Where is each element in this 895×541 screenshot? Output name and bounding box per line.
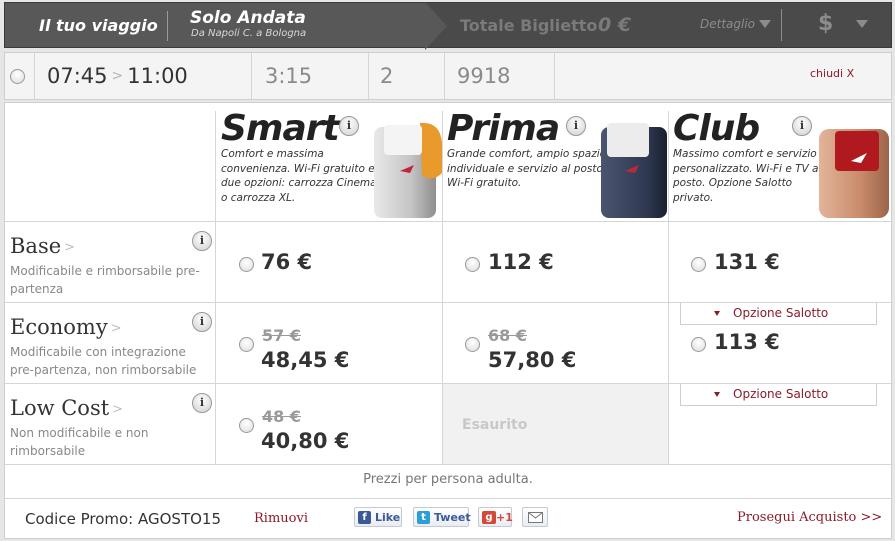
salotto-option-base[interactable]: Opzione Salotto xyxy=(680,303,877,325)
grid-line xyxy=(5,498,891,499)
facebook-icon: f xyxy=(358,511,371,524)
info-icon[interactable]: i xyxy=(339,116,359,136)
trip-label: Il tuo viaggio xyxy=(39,16,158,35)
salotto-option-label: Opzione Salotto xyxy=(733,306,829,320)
fare-name-text: Economy xyxy=(10,315,108,339)
fare-description: Modificabile con integrazione pre-parten… xyxy=(10,345,197,377)
detail-toggle[interactable]: Dettaglio xyxy=(700,17,755,31)
train-row: 07:45 >11:00 3:15 2 9918 chiudi X xyxy=(4,52,892,100)
fare-name: Base > xyxy=(10,234,75,258)
sold-out-label: Esaurito xyxy=(462,417,528,433)
price-radio-base-club[interactable] xyxy=(691,257,706,272)
twitter-icon: t xyxy=(417,511,430,524)
seat-prima-image xyxy=(601,123,667,218)
total-label: Totale Biglietto xyxy=(460,16,598,35)
google-plus-label: +1 xyxy=(496,511,513,524)
grid-line xyxy=(5,221,891,222)
price-radio-lowcost-smart[interactable] xyxy=(239,418,254,433)
remove-promo-link[interactable]: Rimuovi xyxy=(254,511,308,526)
promo-code: Codice Promo: AGOSTO15 xyxy=(25,510,221,528)
price-base-prima: 112 € xyxy=(488,250,554,274)
fare-name-text: Low Cost xyxy=(10,396,110,420)
price-radio-base-prima[interactable] xyxy=(465,257,480,272)
price-economy-prima: 57,80 € xyxy=(488,348,577,372)
currency-selector[interactable]: $ xyxy=(818,11,833,36)
train-times: 07:45 >11:00 xyxy=(47,64,188,88)
price-radio-economy-prima[interactable] xyxy=(465,337,480,352)
email-share-button[interactable] xyxy=(522,507,548,527)
seat-club-image xyxy=(819,129,889,218)
price-radio-economy-club[interactable] xyxy=(691,337,706,352)
price-base-club: 131 € xyxy=(714,250,780,274)
duration: 3:15 xyxy=(265,64,313,88)
salotto-option-label: Opzione Salotto xyxy=(733,387,829,401)
close-button[interactable]: chiudi X xyxy=(810,67,854,80)
footer-bar: Codice Promo: AGOSTO15 Rimuovi f Like t … xyxy=(5,500,891,538)
fare-description: Modificabile e rimborsabile pre-partenza xyxy=(10,264,200,296)
price-economy-club: 113 € xyxy=(714,330,780,354)
twitter-tweet-button[interactable]: t Tweet xyxy=(413,507,471,527)
class-description: Grande comfort, ampio spazio individuale… xyxy=(447,148,607,189)
fare-name-text: Base xyxy=(10,234,62,258)
chevron-right-icon: > xyxy=(112,402,124,417)
facebook-like-label: Like xyxy=(375,511,401,524)
route-text: Da Napoli C. a Bologna xyxy=(191,28,307,39)
grid-line xyxy=(5,464,891,465)
info-icon[interactable]: i xyxy=(192,312,212,332)
class-name: Smart xyxy=(221,108,340,149)
price-lowcost-smart: 40,80 € xyxy=(261,429,350,453)
price-note: Prezzi per persona adulta. xyxy=(363,472,533,487)
chevron-right-icon: > xyxy=(64,240,76,255)
old-price-lowcost-smart: 48 € xyxy=(262,407,301,426)
info-icon[interactable]: i xyxy=(566,116,586,136)
class-description: Massimo comfort e servizio personalizzat… xyxy=(673,148,822,204)
mail-icon xyxy=(528,512,543,523)
arrow-right-icon: > xyxy=(111,68,124,84)
arrival-time: 11:00 xyxy=(127,64,188,88)
header-divider xyxy=(781,9,782,41)
fare-description: Non modificabile e non rimborsabile xyxy=(10,426,149,458)
fare-table: Smart i Comfort e massima convenienza. W… xyxy=(4,102,892,539)
seat-smart-image xyxy=(374,122,442,218)
price-base-smart: 76 € xyxy=(261,250,313,274)
class-name: Club xyxy=(673,108,760,149)
total-value: 0 € xyxy=(598,14,632,36)
info-icon[interactable]: i xyxy=(192,393,212,413)
old-price-economy-smart: 57 € xyxy=(262,326,301,345)
price-radio-economy-smart[interactable] xyxy=(239,337,254,352)
chevron-down-icon xyxy=(714,311,720,316)
info-icon[interactable]: i xyxy=(792,116,812,136)
fare-name: Low Cost > xyxy=(10,396,123,420)
google-plus-icon: g xyxy=(482,511,496,524)
departure-time: 07:45 xyxy=(47,64,108,88)
train-number: 9918 xyxy=(457,64,511,88)
price-economy-smart: 48,45 € xyxy=(261,348,350,372)
train-radio[interactable] xyxy=(10,69,25,84)
class-name: Prima xyxy=(447,108,560,149)
booking-widget: Il tuo viaggio Solo Andata Da Napoli C. … xyxy=(0,0,895,541)
chevron-down-icon[interactable] xyxy=(759,20,771,28)
twitter-tweet-label: Tweet xyxy=(434,511,471,524)
continue-purchase-link[interactable]: Prosegui Acquisto >> xyxy=(737,510,882,525)
chevron-right-icon: > xyxy=(110,321,122,336)
info-icon[interactable]: i xyxy=(192,231,212,251)
header-arrow-shape xyxy=(425,2,447,50)
trip-type: Solo Andata xyxy=(190,8,306,28)
salotto-option-economy[interactable]: Opzione Salotto xyxy=(680,384,877,406)
changes-count: 2 xyxy=(380,64,394,88)
price-radio-base-smart[interactable] xyxy=(239,257,254,272)
grid-line xyxy=(215,111,216,464)
header-divider xyxy=(167,11,168,41)
google-plus-button[interactable]: g +1 xyxy=(478,507,513,527)
facebook-like-button[interactable]: f Like xyxy=(354,507,402,527)
chevron-down-icon[interactable] xyxy=(856,20,868,28)
chevron-down-icon xyxy=(714,392,720,397)
fare-name: Economy > xyxy=(10,315,122,339)
class-description: Comfort e massima convenienza. Wi-Fi gra… xyxy=(221,148,377,204)
header-bar: Il tuo viaggio Solo Andata Da Napoli C. … xyxy=(4,2,892,50)
old-price-economy-prima: 68 € xyxy=(488,326,527,345)
